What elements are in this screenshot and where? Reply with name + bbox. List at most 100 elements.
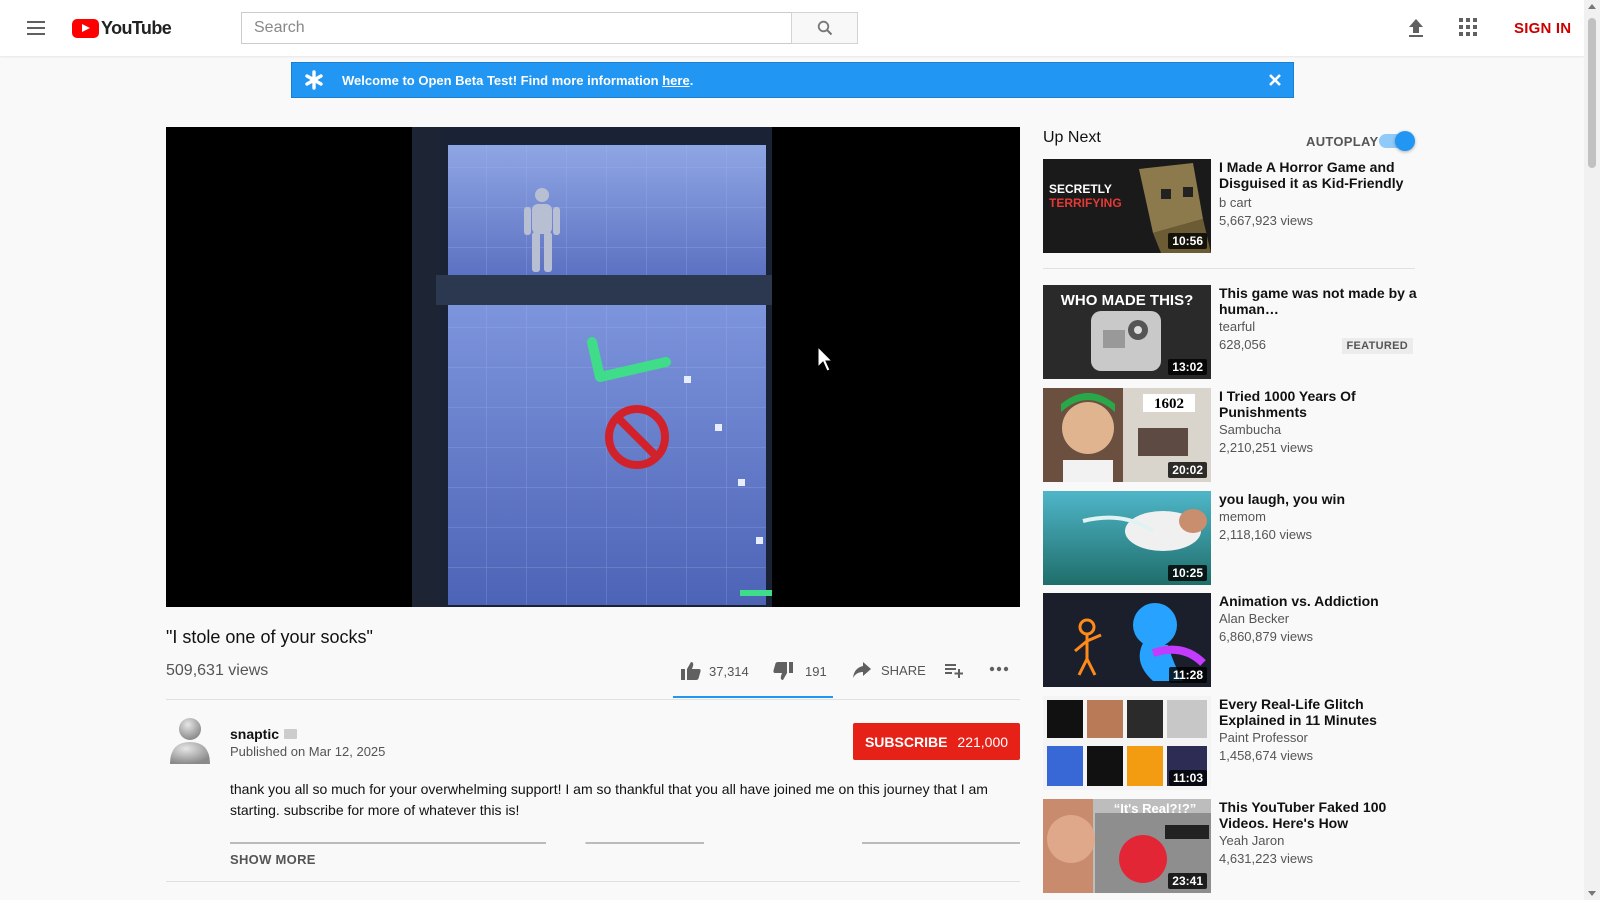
channel-name[interactable]: snaptic: [230, 726, 298, 742]
share-icon: [853, 662, 871, 678]
like-button[interactable]: 37,314: [681, 662, 749, 680]
publish-date: Published on Mar 12, 2025: [230, 744, 386, 759]
video-duration: 13:02: [1168, 359, 1207, 375]
thumb-text: 1602: [1154, 396, 1184, 412]
add-to-playlist-button[interactable]: [945, 664, 963, 678]
recommended-channel: Yeah Jaron: [1219, 833, 1285, 848]
share-label: SHARE: [881, 662, 926, 678]
search-button[interactable]: [791, 12, 858, 44]
divider: [166, 699, 1020, 700]
recommended-title: This YouTuber Faked 100 Videos. Here's H…: [1219, 799, 1387, 831]
thumb-text: SECRETLY: [1049, 182, 1112, 196]
recommended-views: 4,631,223 views: [1219, 851, 1313, 866]
playlist-add-icon: [945, 664, 963, 678]
thumb-text: “It's Real?!?”: [1114, 801, 1197, 816]
recommended-views: 628,056: [1219, 337, 1266, 352]
video-thumbnail: “It's Real?!?” 23:41: [1043, 799, 1211, 893]
verified-icon: [284, 729, 298, 739]
sign-in-button[interactable]: SIGN IN: [1514, 20, 1571, 37]
video-thumbnail: SECRETLY TERRIFYING 10:56: [1043, 159, 1211, 253]
search-input[interactable]: [241, 12, 791, 44]
video-duration: 11:28: [1168, 667, 1207, 683]
apps-grid-icon[interactable]: [1459, 18, 1477, 36]
recommended-views: 5,667,923 views: [1219, 213, 1313, 228]
asterisk-icon: [305, 70, 323, 90]
thumbs-up-icon: [681, 662, 701, 680]
scrollbar-thumb[interactable]: [1588, 18, 1596, 168]
recommended-video[interactable]: “It's Real?!?” 23:41 This YouTuber Faked…: [1043, 799, 1413, 893]
video-actions: 37,314 191 SHARE: [673, 652, 1020, 699]
video-title: "I stole one of your socks": [166, 627, 373, 647]
thumbs-down-icon: [773, 662, 793, 680]
featured-badge: FEATURED: [1341, 338, 1413, 354]
subscribe-button[interactable]: SUBSCRIBE 221,000: [853, 723, 1020, 760]
recommended-channel: Paint Professor: [1219, 730, 1308, 745]
page-scrollbar[interactable]: [1584, 0, 1600, 900]
recommended-video[interactable]: 1602 20:02 I Tried 1000 Years Of Punishm…: [1043, 388, 1413, 482]
search-icon: [817, 20, 832, 36]
more-horizontal-icon: [989, 666, 1009, 672]
like-ratio-bar: [673, 696, 833, 698]
divider: [166, 881, 1020, 882]
subscribe-label: SUBSCRIBE: [864, 733, 948, 750]
like-count: 37,314: [709, 663, 749, 679]
thumb-text: WHO MADE THIS?: [1061, 292, 1194, 309]
autoplay-label: AUTOPLAY: [1306, 134, 1379, 149]
video-thumbnail: 11:03: [1043, 696, 1211, 790]
dislike-button[interactable]: 191: [773, 662, 827, 680]
recommended-channel: tearful: [1219, 319, 1256, 334]
video-thumbnail: 1602 20:02: [1043, 388, 1211, 482]
video-player[interactable]: [166, 127, 1020, 607]
upload-icon[interactable]: [1407, 18, 1425, 38]
recommended-channel: b cart: [1219, 195, 1252, 210]
recommended-title: Every Real-Life Glitch Explained in 11 M…: [1219, 696, 1377, 728]
banner-text: Welcome to Open Beta Test! Find more inf…: [342, 73, 693, 88]
video-duration: 11:03: [1168, 770, 1207, 786]
recommended-views: 1,458,674 views: [1219, 748, 1313, 763]
close-icon[interactable]: [1267, 72, 1283, 88]
recommended-video[interactable]: SECRETLY TERRIFYING 10:56 I Made A Horro…: [1043, 159, 1413, 253]
channel-name-text: snaptic: [230, 726, 280, 742]
recommended-views: 2,210,251 views: [1219, 440, 1313, 455]
youtube-logo[interactable]: YouTube: [72, 17, 172, 38]
avatar-silhouette-icon: [170, 718, 210, 764]
banner-link[interactable]: here: [662, 73, 689, 88]
video-thumbnail: 11:28: [1043, 593, 1211, 687]
video-duration: 10:25: [1168, 565, 1207, 581]
separator: [1043, 268, 1415, 269]
up-next-heading: Up Next: [1043, 129, 1101, 146]
autoplay-toggle[interactable]: [1379, 131, 1415, 151]
share-button[interactable]: SHARE: [853, 662, 926, 678]
scroll-down-arrow-icon[interactable]: [1588, 891, 1596, 896]
toggle-knob: [1395, 131, 1415, 151]
more-actions-button[interactable]: [989, 666, 1009, 672]
channel-avatar[interactable]: [166, 714, 214, 764]
logo-text: YouTube: [101, 17, 172, 38]
scroll-up-arrow-icon[interactable]: [1588, 4, 1596, 9]
recommended-views: 2,118,160 views: [1219, 527, 1312, 542]
recommended-title: you laugh, you win: [1219, 491, 1345, 507]
recommended-video[interactable]: 10:25 you laugh, you win memom 2,118,160…: [1043, 491, 1413, 585]
recommended-channel: Alan Becker: [1219, 611, 1290, 626]
recommended-views: 6,860,879 views: [1219, 629, 1313, 644]
search-bar: [241, 12, 858, 44]
recommended-video[interactable]: 11:28 Animation vs. Addiction Alan Becke…: [1043, 593, 1413, 687]
hamburger-menu-icon[interactable]: [24, 17, 48, 39]
dislike-count: 191: [805, 663, 827, 679]
recommended-title: This game was not made by a human…: [1219, 285, 1417, 317]
video-frame: [166, 127, 1020, 607]
recommended-channel: memom: [1219, 509, 1266, 524]
video-thumbnail: WHO MADE THIS? 13:02: [1043, 285, 1211, 379]
recommended-channel: Sambucha: [1219, 422, 1282, 437]
recommended-video[interactable]: 11:03 Every Real-Life Glitch Explained i…: [1043, 696, 1413, 790]
beta-banner: Welcome to Open Beta Test! Find more inf…: [291, 62, 1294, 98]
recommended-title: Animation vs. Addiction: [1219, 593, 1379, 609]
show-more-button[interactable]: SHOW MORE: [230, 852, 316, 867]
video-thumbnail: 10:25: [1043, 491, 1211, 585]
recommended-video[interactable]: WHO MADE THIS? 13:02 This game was not m…: [1043, 285, 1417, 379]
description-faded-line: [230, 838, 1020, 846]
video-description: thank you all so much for your overwhelm…: [230, 781, 988, 818]
subscriber-count: 221,000: [957, 733, 1009, 750]
view-count: 509,631 views: [166, 662, 269, 679]
banner-suffix: .: [689, 72, 694, 88]
